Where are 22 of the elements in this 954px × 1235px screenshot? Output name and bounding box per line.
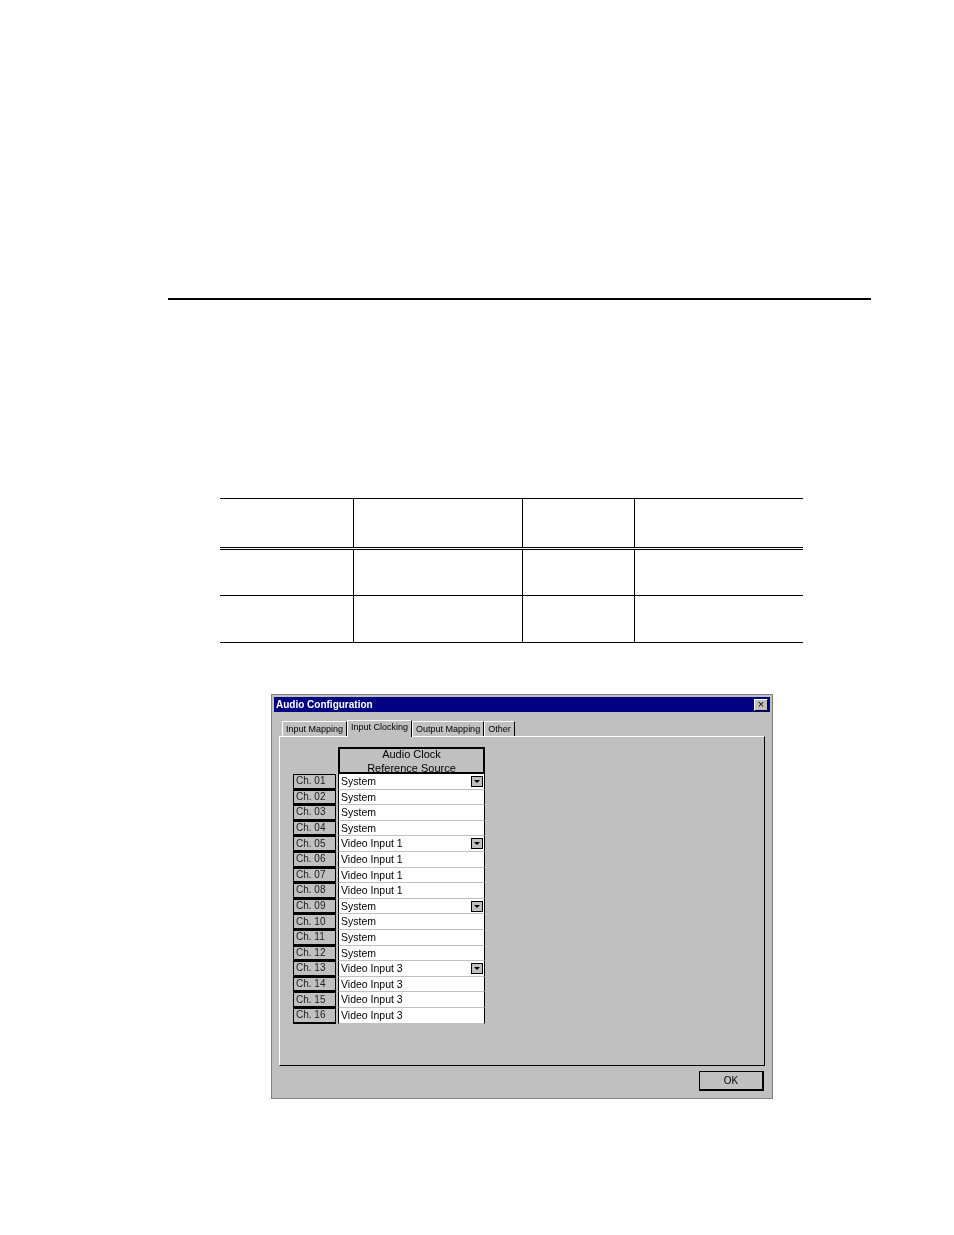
tab[interactable]: Input Mapping <box>282 721 348 736</box>
channel-label: Ch. 05 <box>293 836 336 852</box>
channel-label: Ch. 01 <box>293 774 336 790</box>
channel-label: Ch. 13 <box>293 961 336 977</box>
channel-label: Ch. 10 <box>293 914 336 930</box>
tab[interactable]: Other <box>484 721 515 736</box>
value-field[interactable]: System <box>338 805 485 821</box>
column-header: Audio Clock Reference Source <box>338 747 485 774</box>
channel-label: Ch. 15 <box>293 992 336 1008</box>
dropdown-field[interactable]: Video Input 1 <box>338 836 485 852</box>
value-field[interactable]: System <box>338 914 485 930</box>
window-title: Audio Configuration <box>276 699 373 710</box>
ok-button[interactable]: OK <box>699 1071 764 1091</box>
value-field[interactable]: Video Input 1 <box>338 883 485 899</box>
close-button[interactable]: × <box>754 698 768 711</box>
value-field[interactable]: Video Input 3 <box>338 992 485 1008</box>
dropdown-field[interactable]: Video Input 3 <box>338 961 485 977</box>
tab[interactable]: Input Clocking <box>347 720 413 737</box>
channel-label: Ch. 08 <box>293 883 336 899</box>
channel-label: Ch. 03 <box>293 805 336 821</box>
tab[interactable]: Output Mapping <box>412 721 485 736</box>
dropdown-field[interactable]: System <box>338 774 485 790</box>
